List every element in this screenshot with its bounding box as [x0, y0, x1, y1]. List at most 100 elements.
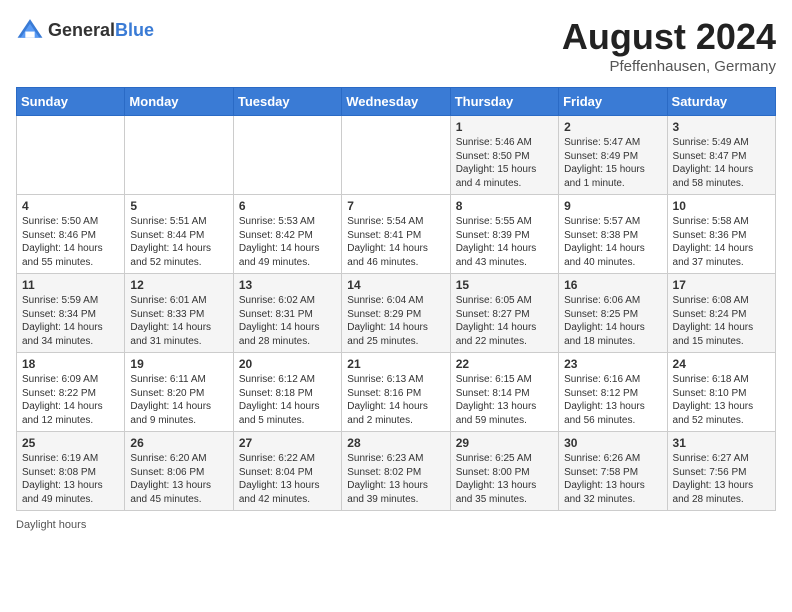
calendar-cell: 25 Sunrise: 6:19 AM Sunset: 8:08 PM Dayli…: [17, 432, 125, 511]
day-info: Sunrise: 5:58 AM Sunset: 8:36 PM Dayligh…: [673, 215, 770, 269]
day-info: Sunrise: 6:04 AM Sunset: 8:29 PM Dayligh…: [347, 294, 444, 348]
day-info: Sunrise: 6:09 AM Sunset: 8:22 PM Dayligh…: [22, 373, 119, 427]
daylight-label: Daylight hours: [16, 519, 86, 531]
day-number: 19: [130, 357, 227, 371]
calendar-cell: 23Sunrise: 6:16 AM Sunset: 8:12 PM Dayli…: [559, 353, 667, 432]
footer-note: Daylight hours: [16, 519, 776, 531]
calendar-cell: 21 Sunrise: 6:13 AM Sunset: 8:16 PM Dayli…: [342, 353, 450, 432]
day-number: 8: [456, 199, 553, 213]
day-number: 31: [673, 436, 770, 450]
calendar-cell: 26 Sunrise: 6:20 AM Sunset: 8:06 PM Dayli…: [125, 432, 233, 511]
day-info: Sunrise: 5:47 AM Sunset: 8:49 PM Dayligh…: [564, 136, 661, 190]
day-number: 10: [673, 199, 770, 213]
weekday-header: Sunday: [17, 88, 125, 116]
calendar-cell: 30 Sunrise: 6:26 AM Sunset: 7:58 PM Dayli…: [559, 432, 667, 511]
calendar-cell: 19 Sunrise: 6:11 AM Sunset: 8:20 PM Dayli…: [125, 353, 233, 432]
weekday-header-row: SundayMondayTuesdayWednesdayThursdayFrid…: [17, 88, 776, 116]
calendar-cell: 9 Sunrise: 5:57 AM Sunset: 8:38 PM Daylig…: [559, 195, 667, 274]
title-block: August 2024 Pfeffenhausen, Germany: [562, 16, 776, 75]
day-number: 30: [564, 436, 661, 450]
day-number: 4: [22, 199, 119, 213]
day-number: 1: [456, 120, 553, 134]
calendar-cell: 8Sunrise: 5:55 AM Sunset: 8:39 PM Daylig…: [450, 195, 558, 274]
calendar-week-row: 4Sunrise: 5:50 AM Sunset: 8:46 PM Daylig…: [17, 195, 776, 274]
day-number: 7: [347, 199, 444, 213]
calendar-cell: 5 Sunrise: 5:51 AM Sunset: 8:44 PM Daylig…: [125, 195, 233, 274]
calendar-cell: 2 Sunrise: 5:47 AM Sunset: 8:49 PM Daylig…: [559, 116, 667, 195]
calendar-cell: 4Sunrise: 5:50 AM Sunset: 8:46 PM Daylig…: [17, 195, 125, 274]
day-number: 2: [564, 120, 661, 134]
day-info: Sunrise: 5:59 AM Sunset: 8:34 PM Dayligh…: [22, 294, 119, 348]
day-number: 21: [347, 357, 444, 371]
calendar-cell: 29 Sunrise: 6:25 AM Sunset: 8:00 PM Dayli…: [450, 432, 558, 511]
day-number: 5: [130, 199, 227, 213]
logo: GeneralBlue: [16, 16, 154, 44]
day-info: Sunrise: 6:20 AM Sunset: 8:06 PM Dayligh…: [130, 452, 227, 506]
day-info: Sunrise: 6:26 AM Sunset: 7:58 PM Dayligh…: [564, 452, 661, 506]
calendar-cell: 7 Sunrise: 5:54 AM Sunset: 8:41 PM Daylig…: [342, 195, 450, 274]
calendar-cell: [17, 116, 125, 195]
day-info: Sunrise: 6:08 AM Sunset: 8:24 PM Dayligh…: [673, 294, 770, 348]
page-header: GeneralBlue August 2024 Pfeffenhausen, G…: [16, 16, 776, 75]
calendar-cell: 18 Sunrise: 6:09 AM Sunset: 8:22 PM Dayli…: [17, 353, 125, 432]
day-number: 17: [673, 278, 770, 292]
calendar-week-row: 11 Sunrise: 5:59 AM Sunset: 8:34 PM Dayli…: [17, 274, 776, 353]
day-info: Sunrise: 6:15 AM Sunset: 8:14 PM Dayligh…: [456, 373, 553, 427]
calendar-cell: 3 Sunrise: 5:49 AM Sunset: 8:47 PM Daylig…: [667, 116, 775, 195]
calendar-cell: 22Sunrise: 6:15 AM Sunset: 8:14 PM Dayli…: [450, 353, 558, 432]
day-number: 9: [564, 199, 661, 213]
day-number: 11: [22, 278, 119, 292]
calendar-cell: 20 Sunrise: 6:12 AM Sunset: 8:18 PM Dayli…: [233, 353, 341, 432]
day-info: Sunrise: 6:01 AM Sunset: 8:33 PM Dayligh…: [130, 294, 227, 348]
calendar-cell: 17 Sunrise: 6:08 AM Sunset: 8:24 PM Dayli…: [667, 274, 775, 353]
day-number: 23: [564, 357, 661, 371]
day-info: Sunrise: 6:11 AM Sunset: 8:20 PM Dayligh…: [130, 373, 227, 427]
calendar-cell: 11 Sunrise: 5:59 AM Sunset: 8:34 PM Dayli…: [17, 274, 125, 353]
day-number: 15: [456, 278, 553, 292]
day-number: 6: [239, 199, 336, 213]
day-info: Sunrise: 6:25 AM Sunset: 8:00 PM Dayligh…: [456, 452, 553, 506]
month-year: August 2024: [562, 16, 776, 58]
calendar-cell: 14 Sunrise: 6:04 AM Sunset: 8:29 PM Dayli…: [342, 274, 450, 353]
day-number: 25: [22, 436, 119, 450]
day-number: 26: [130, 436, 227, 450]
calendar-cell: 10 Sunrise: 5:58 AM Sunset: 8:36 PM Dayli…: [667, 195, 775, 274]
calendar-week-row: 25 Sunrise: 6:19 AM Sunset: 8:08 PM Dayli…: [17, 432, 776, 511]
calendar-cell: [125, 116, 233, 195]
weekday-header: Saturday: [667, 88, 775, 116]
day-number: 28: [347, 436, 444, 450]
day-info: Sunrise: 6:12 AM Sunset: 8:18 PM Dayligh…: [239, 373, 336, 427]
day-info: Sunrise: 5:51 AM Sunset: 8:44 PM Dayligh…: [130, 215, 227, 269]
calendar-cell: 27Sunrise: 6:22 AM Sunset: 8:04 PM Dayli…: [233, 432, 341, 511]
day-number: 20: [239, 357, 336, 371]
calendar-cell: 24Sunrise: 6:18 AM Sunset: 8:10 PM Dayli…: [667, 353, 775, 432]
day-number: 18: [22, 357, 119, 371]
day-number: 29: [456, 436, 553, 450]
day-info: Sunrise: 5:46 AM Sunset: 8:50 PM Dayligh…: [456, 136, 553, 190]
location: Pfeffenhausen, Germany: [562, 58, 776, 75]
day-number: 3: [673, 120, 770, 134]
calendar-cell: 12 Sunrise: 6:01 AM Sunset: 8:33 PM Dayli…: [125, 274, 233, 353]
logo-icon: [16, 16, 44, 44]
day-info: Sunrise: 6:27 AM Sunset: 7:56 PM Dayligh…: [673, 452, 770, 506]
day-number: 14: [347, 278, 444, 292]
calendar-cell: 31 Sunrise: 6:27 AM Sunset: 7:56 PM Dayli…: [667, 432, 775, 511]
calendar-week-row: 18 Sunrise: 6:09 AM Sunset: 8:22 PM Dayli…: [17, 353, 776, 432]
calendar-cell: 6Sunrise: 5:53 AM Sunset: 8:42 PM Daylig…: [233, 195, 341, 274]
day-info: Sunrise: 5:49 AM Sunset: 8:47 PM Dayligh…: [673, 136, 770, 190]
day-info: Sunrise: 6:19 AM Sunset: 8:08 PM Dayligh…: [22, 452, 119, 506]
day-info: Sunrise: 5:54 AM Sunset: 8:41 PM Dayligh…: [347, 215, 444, 269]
day-info: Sunrise: 6:06 AM Sunset: 8:25 PM Dayligh…: [564, 294, 661, 348]
day-number: 12: [130, 278, 227, 292]
calendar-cell: [233, 116, 341, 195]
weekday-header: Monday: [125, 88, 233, 116]
calendar-cell: 1 Sunrise: 5:46 AM Sunset: 8:50 PM Daylig…: [450, 116, 558, 195]
calendar-cell: 15 Sunrise: 6:05 AM Sunset: 8:27 PM Dayli…: [450, 274, 558, 353]
logo-general: General: [48, 20, 115, 40]
day-info: Sunrise: 5:57 AM Sunset: 8:38 PM Dayligh…: [564, 215, 661, 269]
day-info: Sunrise: 6:13 AM Sunset: 8:16 PM Dayligh…: [347, 373, 444, 427]
day-number: 24: [673, 357, 770, 371]
day-info: Sunrise: 6:05 AM Sunset: 8:27 PM Dayligh…: [456, 294, 553, 348]
day-info: Sunrise: 6:02 AM Sunset: 8:31 PM Dayligh…: [239, 294, 336, 348]
day-number: 27: [239, 436, 336, 450]
